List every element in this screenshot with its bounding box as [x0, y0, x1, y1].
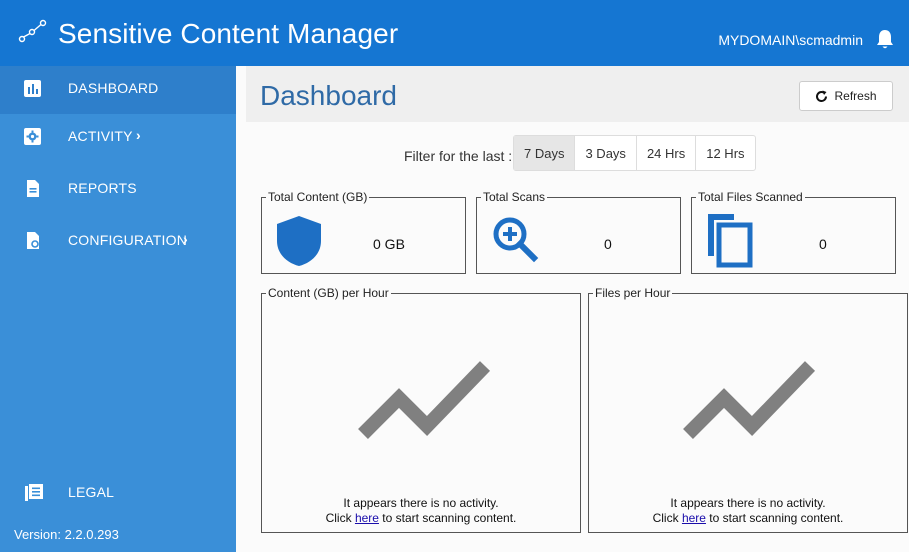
- stat-value: 0: [604, 236, 612, 252]
- version-text: Version: 2.2.0.293: [14, 527, 119, 542]
- main-content: Dashboard Refresh Filter for the last : …: [236, 66, 909, 552]
- sidebar-item-label: REPORTS: [68, 180, 137, 196]
- line-chart-placeholder-icon: [683, 361, 816, 439]
- page-title-bar: Dashboard Refresh: [246, 66, 909, 122]
- filter-option-12-hrs[interactable]: 12 Hrs: [696, 136, 754, 170]
- copy-files-icon: [708, 214, 753, 268]
- stat-value: 0 GB: [373, 236, 405, 252]
- filter-label: Filter for the last :: [404, 148, 513, 164]
- zoom-in-icon: [493, 217, 539, 263]
- stat-total-files-scanned: Total Files Scanned 0: [691, 190, 896, 274]
- refresh-label: Refresh: [834, 89, 877, 103]
- sidebar-item-reports[interactable]: REPORTS: [0, 166, 236, 214]
- stat-legend: Total Content (GB): [268, 190, 368, 204]
- line-chart-placeholder-icon: [358, 361, 491, 439]
- sidebar-item-label: LEGAL: [68, 484, 115, 500]
- shield-icon: [277, 216, 321, 266]
- chevron-right-icon: ›: [136, 127, 141, 143]
- cog-document-icon: [27, 232, 39, 249]
- sidebar-item-legal[interactable]: LEGAL: [0, 470, 236, 518]
- refresh-button[interactable]: Refresh: [799, 81, 893, 111]
- start-scanning-link[interactable]: here: [682, 511, 706, 525]
- chevron-right-icon: ›: [183, 231, 188, 247]
- filter-option-3-days[interactable]: 3 Days: [575, 136, 637, 170]
- stat-total-scans: Total Scans 0: [476, 190, 681, 274]
- chart-legend: Content (GB) per Hour: [268, 286, 389, 300]
- stat-value: 0: [819, 236, 827, 252]
- user-account[interactable]: MYDOMAIN\scmadmin: [718, 32, 863, 48]
- sidebar: DASHBOARD ACTIVITY › REPORTS CONFIGURATI…: [0, 66, 236, 552]
- no-activity-message: It appears there is no activity. Click h…: [652, 496, 844, 525]
- time-filter-group: 7 Days 3 Days 24 Hrs 12 Hrs: [513, 135, 756, 171]
- legal-document-icon: [25, 484, 43, 501]
- sidebar-item-dashboard[interactable]: DASHBOARD: [0, 66, 236, 114]
- notifications-bell-icon[interactable]: [875, 28, 895, 50]
- chart-files-per-hour: Files per Hour It appears there is no ac…: [588, 286, 908, 533]
- sidebar-item-configuration[interactable]: CONFIGURATION ›: [0, 218, 236, 266]
- gear-icon: [24, 128, 41, 145]
- document-icon: [27, 180, 39, 197]
- filter-option-24-hrs[interactable]: 24 Hrs: [637, 136, 697, 170]
- start-scanning-link[interactable]: here: [355, 511, 379, 525]
- sidebar-item-label: DASHBOARD: [68, 80, 159, 96]
- stat-legend: Total Scans: [483, 190, 546, 204]
- no-activity-message: It appears there is no activity. Click h…: [325, 496, 517, 525]
- app-logo-icon: [18, 19, 47, 43]
- sidebar-item-activity[interactable]: ACTIVITY ›: [0, 114, 236, 162]
- chart-content-per-hour: Content (GB) per Hour It appears there i…: [261, 286, 581, 533]
- stat-legend: Total Files Scanned: [698, 190, 803, 204]
- bar-chart-icon: [24, 80, 41, 97]
- stat-total-content: Total Content (GB) 0 GB: [261, 190, 466, 274]
- refresh-icon: [816, 90, 828, 102]
- app-title: Sensitive Content Manager: [58, 18, 399, 49]
- sidebar-item-label: CONFIGURATION: [68, 232, 188, 248]
- filter-option-7-days[interactable]: 7 Days: [514, 136, 576, 170]
- sidebar-item-label: ACTIVITY: [68, 128, 133, 144]
- app-header: Sensitive Content Manager MYDOMAIN\scmad…: [0, 0, 909, 66]
- chart-legend: Files per Hour: [595, 286, 671, 300]
- page-title: Dashboard: [260, 80, 397, 111]
